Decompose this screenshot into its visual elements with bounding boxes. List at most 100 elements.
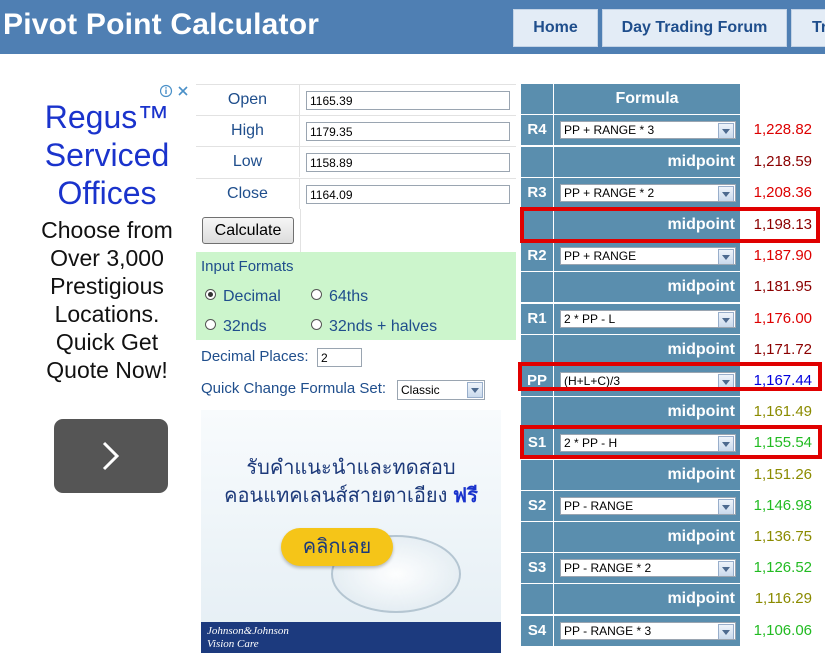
- ad-next-button[interactable]: [54, 419, 168, 493]
- format-decimal-radio[interactable]: Decimal: [205, 288, 281, 306]
- formula-set-value: Classic: [401, 383, 440, 397]
- contact-ad-cta-button[interactable]: คลิกเลย: [281, 528, 393, 566]
- formula-value: PP - RANGE * 2: [564, 561, 652, 575]
- format-64ths-radio[interactable]: 64ths: [311, 288, 368, 306]
- formula-select[interactable]: PP - RANGE * 2: [560, 559, 736, 577]
- radio-unchecked-icon[interactable]: [205, 319, 216, 330]
- open-label: Open: [196, 85, 300, 115]
- pivot-row-s1: S1 2 * PP - H 1,155.54: [520, 428, 825, 458]
- formula-select[interactable]: 2 * PP - L: [560, 310, 736, 328]
- formula-cell: PP + RANGE * 2: [554, 178, 740, 208]
- low-label: Low: [196, 147, 300, 177]
- brand-logo: Johnson&Johnson Vision Care: [207, 625, 289, 651]
- chevron-down-icon[interactable]: [718, 186, 734, 201]
- ad-title[interactable]: Regus™ Serviced Offices: [30, 98, 184, 212]
- level-value: 1,176.00: [753, 310, 812, 327]
- chevron-down-icon[interactable]: [467, 382, 483, 398]
- formula-set-select[interactable]: Classic: [397, 380, 485, 400]
- format-32nds-radio[interactable]: 32nds: [205, 318, 267, 336]
- midpoint-label: midpoint: [554, 397, 740, 427]
- open-row: Open: [196, 84, 516, 115]
- midpoint-label-cell: [521, 210, 553, 240]
- nav-trading-button[interactable]: Tr: [791, 9, 825, 47]
- formula-cell: 2 * PP - L: [554, 304, 740, 334]
- level-label: S3: [521, 553, 553, 583]
- radio-unchecked-icon[interactable]: [311, 289, 322, 300]
- formula-select[interactable]: PP - RANGE: [560, 497, 736, 515]
- midpoint-label: midpoint: [554, 335, 740, 365]
- midpoint-label: midpoint: [554, 522, 740, 552]
- decimal-places-label: Decimal Places:: [201, 348, 309, 365]
- pivot-row-s3: S3 PP - RANGE * 2 1,126.52: [520, 553, 825, 583]
- formula-select[interactable]: PP + RANGE * 3: [560, 121, 736, 139]
- table-edge: [820, 84, 825, 653]
- level-value: 1,208.36: [753, 184, 812, 201]
- midpoint-value: 1,116.29: [754, 590, 812, 607]
- level-label: S1: [521, 428, 553, 458]
- formula-cell: PP + RANGE: [554, 241, 740, 271]
- nav-home-button[interactable]: Home: [513, 9, 598, 47]
- format-64ths-label: 64ths: [329, 288, 369, 305]
- level-value: 1,167.44: [753, 372, 812, 389]
- level-value: 1,146.98: [753, 497, 812, 514]
- formula-value: 2 * PP - H: [564, 436, 618, 450]
- calculate-button[interactable]: Calculate: [202, 217, 294, 244]
- nav-day-trading-forum-button[interactable]: Day Trading Forum: [602, 9, 787, 47]
- chevron-down-icon[interactable]: [718, 499, 734, 514]
- formula-set-label: Quick Change Formula Set:: [201, 380, 387, 397]
- calculate-divider: [300, 209, 301, 252]
- chevron-down-icon[interactable]: [718, 374, 734, 389]
- chevron-down-icon[interactable]: [718, 312, 734, 327]
- formula-select[interactable]: 2 * PP - H: [560, 434, 736, 452]
- pivot-row-midpoint: midpoint 1,151.26: [520, 460, 825, 490]
- midpoint-label: midpoint: [554, 584, 740, 614]
- high-label: High: [196, 116, 300, 146]
- midpoint-label: midpoint: [554, 147, 740, 177]
- chevron-down-icon[interactable]: [718, 561, 734, 576]
- radio-unchecked-icon[interactable]: [311, 319, 322, 330]
- ad-body: Choose from Over 3,000 Prestigious Locat…: [41, 217, 173, 383]
- regus-ad[interactable]: Regus™ Serviced Offices Choose from Over…: [30, 84, 184, 504]
- formula-select[interactable]: PP - RANGE * 3: [560, 622, 736, 640]
- format-32nds-halves-radio[interactable]: 32nds + halves: [311, 318, 437, 336]
- formula-select[interactable]: (H+L+C)/3: [560, 372, 736, 390]
- input-formats-title: Input Formats: [201, 258, 294, 275]
- midpoint-value: 1,161.49: [753, 403, 812, 420]
- pivot-row-r1: R1 2 * PP - L 1,176.00: [520, 304, 825, 334]
- midpoint-value: 1,151.26: [753, 466, 812, 483]
- level-label: S2: [521, 491, 553, 521]
- level-value: 1,106.06: [753, 622, 812, 639]
- chevron-down-icon[interactable]: [718, 249, 734, 264]
- site-header: Pivot Point Calculator Home Day Trading …: [0, 0, 825, 54]
- close-input[interactable]: [306, 185, 510, 204]
- pivot-row-s2: S2 PP - RANGE 1,146.98: [520, 491, 825, 521]
- formula-select[interactable]: PP + RANGE * 2: [560, 184, 736, 202]
- level-label: R2: [521, 241, 553, 271]
- midpoint-value: 1,198.13: [753, 216, 812, 233]
- decimal-places-input[interactable]: [317, 348, 362, 367]
- radio-checked-icon[interactable]: [205, 289, 216, 300]
- brand-line2: Vision Care: [207, 638, 259, 650]
- midpoint-value: 1,218.59: [753, 153, 812, 170]
- page-title: Pivot Point Calculator: [3, 8, 320, 41]
- close-row: Close: [196, 178, 516, 209]
- open-input[interactable]: [306, 91, 510, 110]
- pivot-row-r4: R4 PP + RANGE * 3 1,228.82: [520, 115, 825, 145]
- pivot-row-midpoint: midpoint 1,218.59: [520, 147, 825, 177]
- chevron-down-icon[interactable]: [718, 624, 734, 639]
- pivot-row-s4: S4 PP - RANGE * 3 1,106.06: [520, 616, 825, 646]
- formula-cell: PP + RANGE * 3: [554, 115, 740, 145]
- pivot-header-corner: [521, 84, 553, 114]
- midpoint-value: 1,171.72: [753, 341, 812, 358]
- pivot-row-midpoint: midpoint 1,181.95: [520, 272, 825, 302]
- low-input[interactable]: [306, 153, 510, 172]
- chevron-down-icon[interactable]: [718, 436, 734, 451]
- pivot-row-midpoint: midpoint 1,161.49: [520, 397, 825, 427]
- contact-ad-headline: รับคำแนะนำและทดสอบ คอนแทคเลนส์สายตาเอียง…: [201, 454, 501, 510]
- formula-value: PP - RANGE * 3: [564, 624, 652, 638]
- high-input[interactable]: [306, 122, 510, 141]
- level-value: 1,155.54: [753, 434, 812, 451]
- chevron-down-icon[interactable]: [718, 123, 734, 138]
- contact-lens-ad[interactable]: รับคำแนะนำและทดสอบ คอนแทคเลนส์สายตาเอียง…: [201, 410, 501, 653]
- formula-select[interactable]: PP + RANGE: [560, 247, 736, 265]
